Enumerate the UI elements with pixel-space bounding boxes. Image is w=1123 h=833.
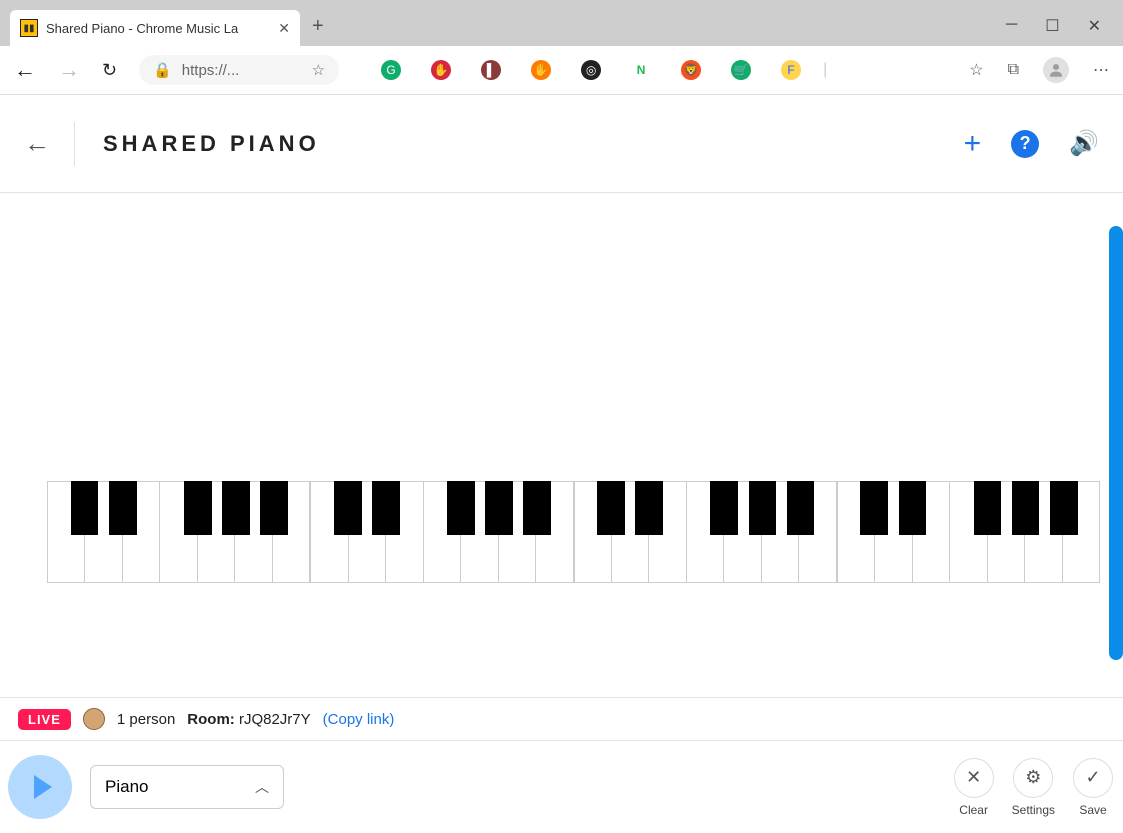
collections-icon[interactable]: ⧉ — [1008, 61, 1019, 79]
instrument-label: Piano — [105, 777, 148, 797]
new-tab-button[interactable]: + — [312, 15, 324, 38]
bottom-controls: Piano ︿ ✕ Clear ⚙ Settings ✓ Save — [0, 741, 1123, 833]
settings-button[interactable]: ⚙ — [1013, 758, 1053, 798]
extension-books-icon[interactable]: ▌ — [481, 60, 501, 80]
window-controls: ─ ☐ ✕ — [1006, 16, 1123, 46]
black-key[interactable] — [372, 481, 400, 535]
instrument-select[interactable]: Piano ︿ — [90, 765, 284, 809]
piano-keyboard[interactable] — [47, 481, 1100, 583]
extension-grammarly-icon[interactable]: G — [381, 60, 401, 80]
person-avatar-icon — [83, 708, 105, 730]
room-label: Room: — [187, 711, 235, 728]
black-key[interactable] — [447, 481, 475, 535]
people-count: 1 person — [117, 711, 175, 728]
new-room-icon[interactable]: + — [964, 127, 982, 161]
browser-tab[interactable]: ▮▮ Shared Piano - Chrome Music La ✕ — [10, 10, 300, 46]
extension-netflix-icon[interactable]: N — [631, 60, 651, 80]
black-key[interactable] — [710, 481, 738, 535]
black-key[interactable] — [974, 481, 1002, 535]
copy-link[interactable]: (Copy link) — [323, 711, 395, 728]
save-label: Save — [1079, 803, 1106, 817]
clear-button[interactable]: ✕ — [954, 758, 994, 798]
volume-icon[interactable]: 🔊 — [1069, 129, 1099, 158]
favorites-icon[interactable]: ☆ — [969, 60, 983, 80]
address-url: https://... — [182, 62, 240, 79]
play-button[interactable] — [8, 755, 72, 819]
black-key[interactable] — [260, 481, 288, 535]
app-back-icon[interactable]: ← — [24, 128, 50, 159]
status-bar: LIVE 1 person Room: rJQ82Jr7Y (Copy link… — [0, 697, 1123, 741]
minimize-icon[interactable]: ─ — [1006, 16, 1017, 36]
black-key[interactable] — [109, 481, 137, 535]
app-title: SHARED PIANO — [103, 131, 320, 157]
lock-icon: 🔒 — [153, 61, 172, 79]
profile-avatar-icon[interactable] — [1043, 57, 1069, 83]
black-key[interactable] — [71, 481, 99, 535]
live-badge: LIVE — [18, 709, 71, 730]
save-button[interactable]: ✓ — [1073, 758, 1113, 798]
black-key[interactable] — [184, 481, 212, 535]
extension-icons: G ✋ ▌ ✋ ◎ N 🦁 🛒 F — [381, 60, 801, 80]
extension-flipkart-icon[interactable]: F — [781, 60, 801, 80]
close-window-icon[interactable]: ✕ — [1088, 16, 1101, 36]
nav-forward-icon[interactable]: → — [58, 57, 80, 83]
black-key[interactable] — [597, 481, 625, 535]
black-key[interactable] — [635, 481, 663, 535]
clear-label: Clear — [959, 803, 988, 817]
black-key[interactable] — [485, 481, 513, 535]
play-icon — [34, 775, 52, 799]
extension-puppet-icon[interactable]: ✋ — [531, 60, 551, 80]
tab-close-icon[interactable]: ✕ — [278, 20, 290, 37]
black-key[interactable] — [749, 481, 777, 535]
extension-adblock-icon[interactable]: ✋ — [431, 60, 451, 80]
room-id: rJQ82Jr7Y — [239, 711, 311, 728]
help-icon[interactable]: ? — [1011, 130, 1039, 158]
black-key[interactable] — [860, 481, 888, 535]
extension-cart-icon[interactable]: 🛒 — [731, 60, 751, 80]
browser-tab-strip: ▮▮ Shared Piano - Chrome Music La ✕ + ─ … — [0, 0, 1123, 46]
black-key[interactable] — [1050, 481, 1078, 535]
black-key[interactable] — [899, 481, 927, 535]
chevron-up-icon: ︿ — [255, 777, 269, 797]
black-key[interactable] — [523, 481, 551, 535]
black-key[interactable] — [1012, 481, 1040, 535]
extension-target-icon[interactable]: ◎ — [581, 60, 601, 80]
browser-menu-icon[interactable]: ⋯ — [1093, 60, 1109, 80]
app-header: ← SHARED PIANO + ? 🔊 — [0, 95, 1123, 193]
nav-refresh-icon[interactable]: ↻ — [102, 60, 117, 81]
black-key[interactable] — [222, 481, 250, 535]
tab-title: Shared Piano - Chrome Music La — [46, 21, 270, 36]
maximize-icon[interactable]: ☐ — [1045, 16, 1059, 36]
address-bar[interactable]: 🔒 https://... ☆ — [139, 55, 339, 85]
settings-label: Settings — [1012, 803, 1055, 817]
tab-favicon-icon: ▮▮ — [20, 19, 38, 37]
piano-stage — [0, 193, 1123, 697]
favorite-star-icon[interactable]: ☆ — [312, 61, 325, 79]
black-key[interactable] — [787, 481, 815, 535]
scrollbar-thumb[interactable] — [1109, 226, 1123, 660]
black-key[interactable] — [334, 481, 362, 535]
nav-back-icon[interactable]: ← — [14, 57, 36, 83]
browser-toolbar: ← → ↻ 🔒 https://... ☆ G✋▌✋◎N🦁🛒F | ☆ ⧉ ⋯ — [0, 46, 1123, 95]
extension-brave-icon[interactable]: 🦁 — [681, 60, 701, 80]
